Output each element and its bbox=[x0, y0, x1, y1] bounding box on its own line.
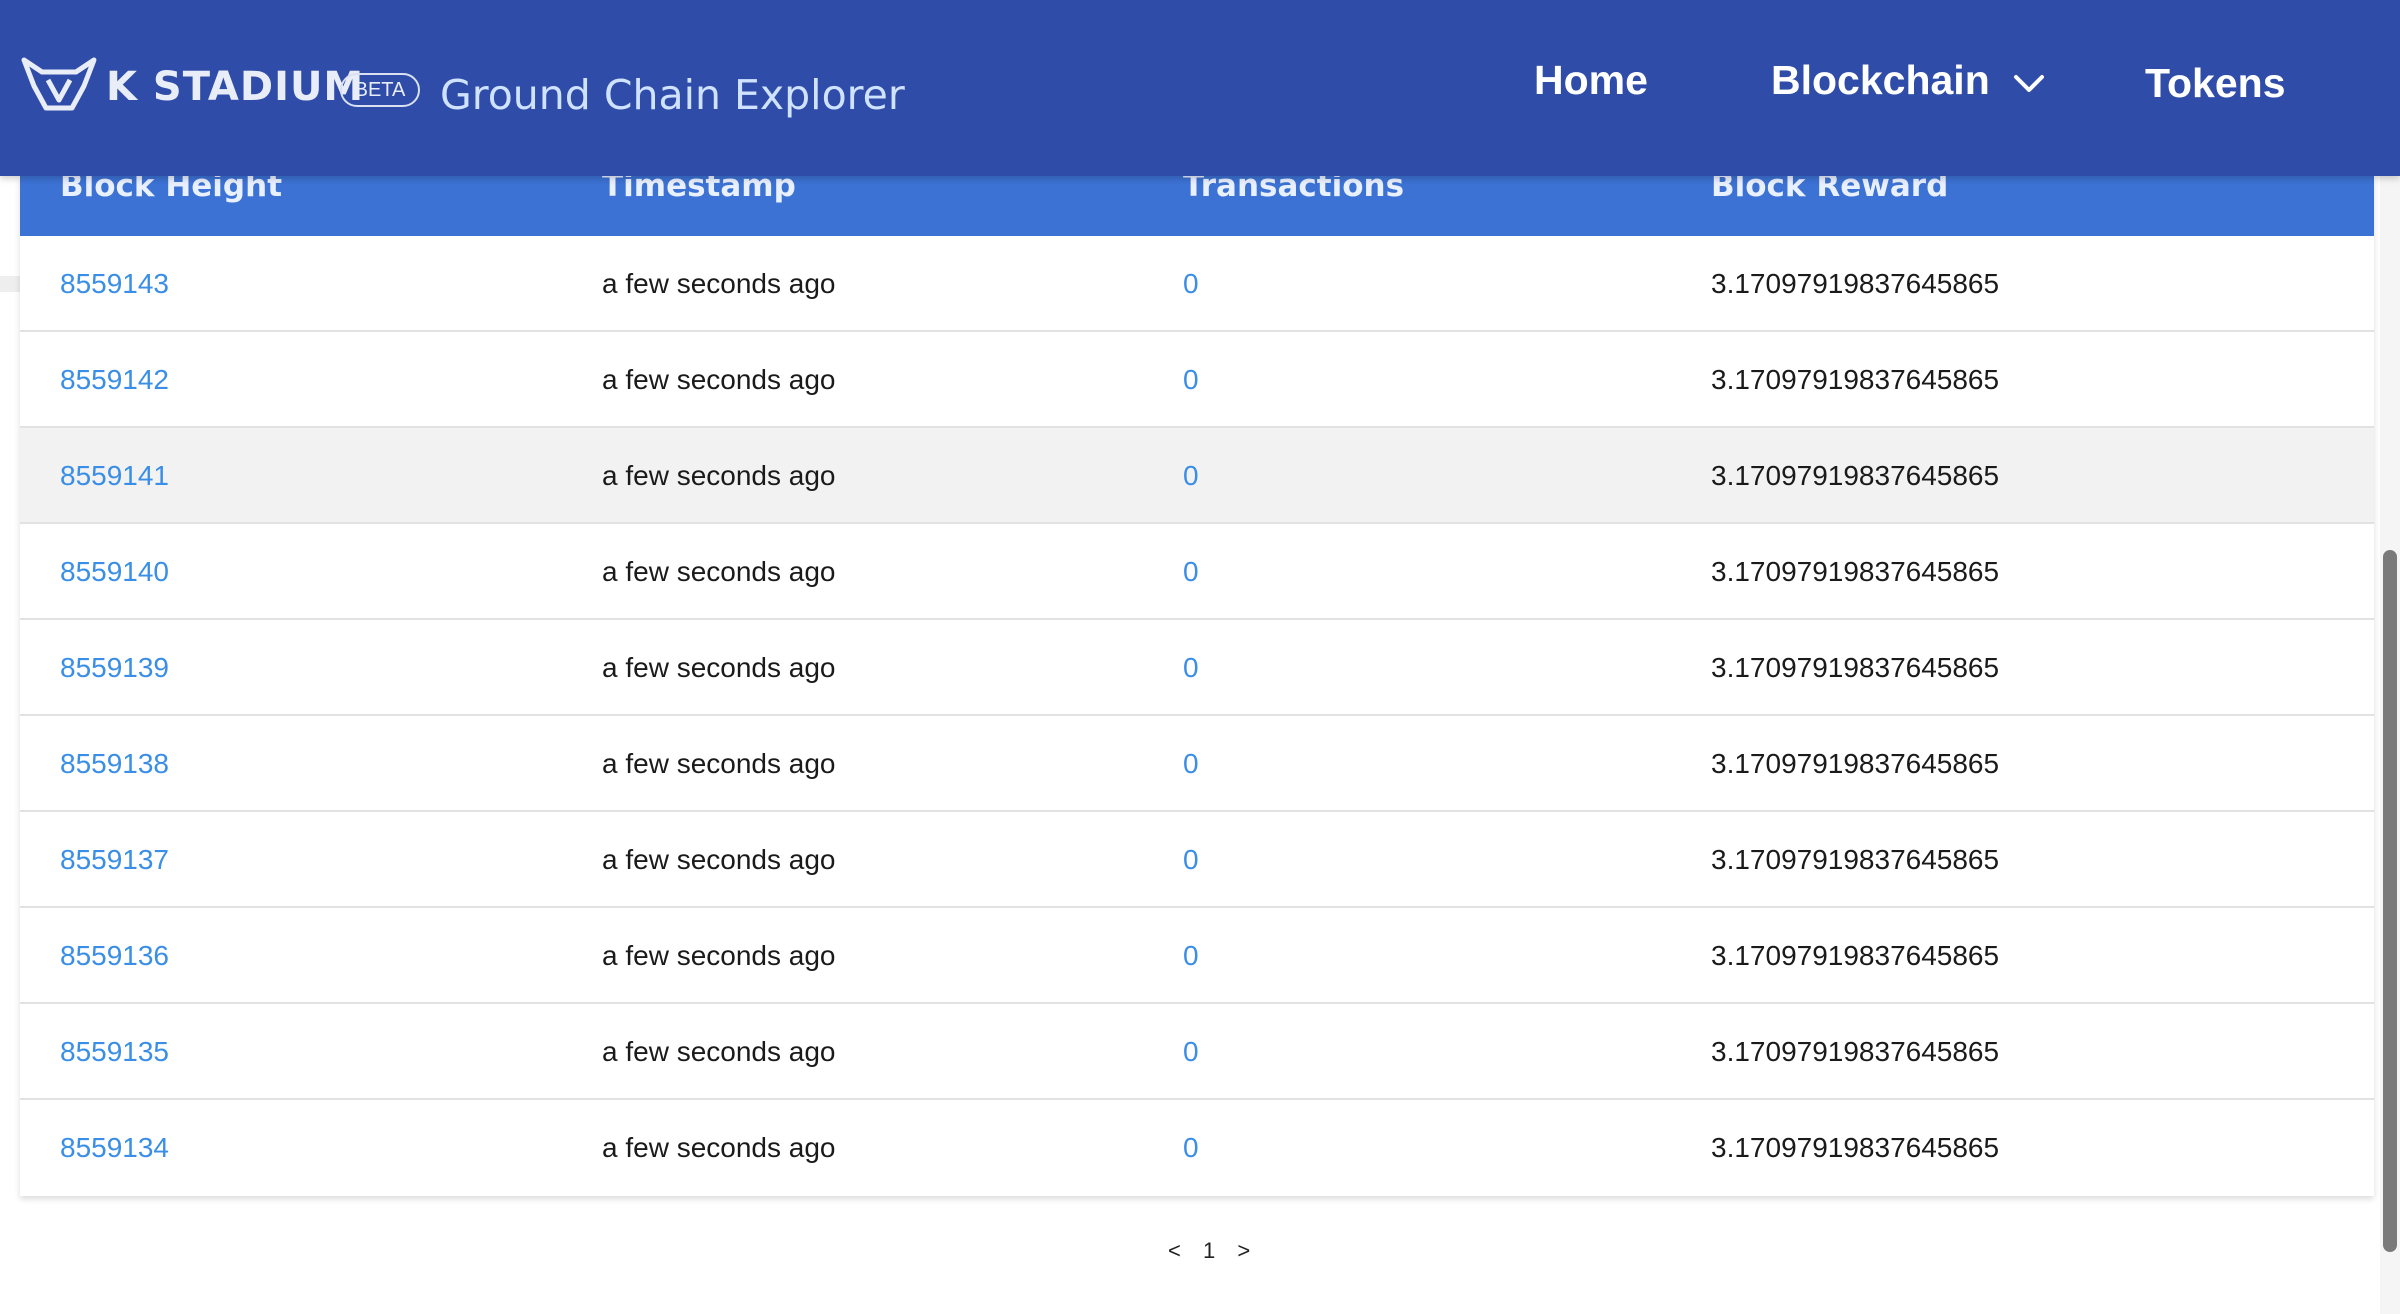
block-reward-cell: 3.17097919837645865 bbox=[1711, 748, 2000, 779]
block-reward-cell: 3.17097919837645865 bbox=[1711, 940, 2000, 971]
transactions-link[interactable]: 0 bbox=[1183, 428, 1199, 524]
block-reward-cell: 3.17097919837645865 bbox=[1711, 556, 2000, 587]
table-row[interactable]: 8559143 a few seconds ago 0 3.1709791983… bbox=[20, 236, 2374, 332]
table-row[interactable]: 8559141 a few seconds ago 0 3.1709791983… bbox=[20, 428, 2374, 524]
table-row[interactable]: 8559134 a few seconds ago 0 3.1709791983… bbox=[20, 1100, 2374, 1196]
chevron-down-icon[interactable] bbox=[2012, 68, 2046, 98]
column-header-transactions[interactable]: Transactions bbox=[1183, 176, 1404, 234]
app-title[interactable]: Ground Chain Explorer bbox=[440, 70, 905, 120]
transactions-link[interactable]: 0 bbox=[1183, 332, 1199, 428]
table-header: Block Height Timestamp Transactions Bloc… bbox=[20, 176, 2374, 236]
transactions-link[interactable]: 0 bbox=[1183, 1004, 1199, 1100]
block-height-link[interactable]: 8559140 bbox=[60, 524, 169, 620]
nav-tokens[interactable]: Tokens bbox=[2145, 58, 2286, 108]
transactions-link[interactable]: 0 bbox=[1183, 620, 1199, 716]
kstadium-logo-icon[interactable] bbox=[20, 56, 98, 112]
pagination-prev-button[interactable]: < bbox=[1160, 1234, 1189, 1268]
block-height-link[interactable]: 8559143 bbox=[60, 236, 169, 332]
timestamp-cell: a few seconds ago bbox=[602, 268, 836, 299]
column-header-block-height[interactable]: Block Height bbox=[60, 176, 282, 234]
pagination-next-button[interactable]: > bbox=[1229, 1234, 1258, 1268]
transactions-link[interactable]: 0 bbox=[1183, 716, 1199, 812]
timestamp-cell: a few seconds ago bbox=[602, 460, 836, 491]
transactions-link[interactable]: 0 bbox=[1183, 236, 1199, 332]
pagination-page-1[interactable]: 1 bbox=[1195, 1234, 1223, 1268]
block-reward-cell: 3.17097919837645865 bbox=[1711, 652, 2000, 683]
block-reward-cell: 3.17097919837645865 bbox=[1711, 460, 2000, 491]
table-row[interactable]: 8559139 a few seconds ago 0 3.1709791983… bbox=[20, 620, 2374, 716]
table-row[interactable]: 8559135 a few seconds ago 0 3.1709791983… bbox=[20, 1004, 2374, 1100]
block-height-link[interactable]: 8559137 bbox=[60, 812, 169, 908]
block-height-link[interactable]: 8559134 bbox=[60, 1100, 169, 1196]
table-row[interactable]: 8559138 a few seconds ago 0 3.1709791983… bbox=[20, 716, 2374, 812]
table-row[interactable]: 8559142 a few seconds ago 0 3.1709791983… bbox=[20, 332, 2374, 428]
timestamp-cell: a few seconds ago bbox=[602, 364, 836, 395]
timestamp-cell: a few seconds ago bbox=[602, 748, 836, 779]
table-row[interactable]: 8559140 a few seconds ago 0 3.1709791983… bbox=[20, 524, 2374, 620]
blocks-table: Block Height Timestamp Transactions Bloc… bbox=[20, 176, 2374, 1196]
table-row[interactable]: 8559136 a few seconds ago 0 3.1709791983… bbox=[20, 908, 2374, 1004]
block-reward-cell: 3.17097919837645865 bbox=[1711, 364, 2000, 395]
table-row[interactable]: 8559137 a few seconds ago 0 3.1709791983… bbox=[20, 812, 2374, 908]
block-height-link[interactable]: 8559135 bbox=[60, 1004, 169, 1100]
timestamp-cell: a few seconds ago bbox=[602, 652, 836, 683]
block-height-link[interactable]: 8559142 bbox=[60, 332, 169, 428]
pagination: < 1 > bbox=[1160, 1234, 1258, 1268]
nav-blockchain[interactable]: Blockchain bbox=[1771, 55, 1990, 105]
transactions-link[interactable]: 0 bbox=[1183, 812, 1199, 908]
beta-badge: BETA bbox=[340, 73, 420, 107]
transactions-link[interactable]: 0 bbox=[1183, 1100, 1199, 1196]
block-height-link[interactable]: 8559136 bbox=[60, 908, 169, 1004]
block-height-link[interactable]: 8559139 bbox=[60, 620, 169, 716]
top-navigation-bar: K STADIUM BETA Ground Chain Explorer Hom… bbox=[0, 0, 2400, 176]
left-edge-artifact bbox=[0, 276, 20, 292]
transactions-link[interactable]: 0 bbox=[1183, 524, 1199, 620]
block-reward-cell: 3.17097919837645865 bbox=[1711, 268, 2000, 299]
column-header-timestamp[interactable]: Timestamp bbox=[602, 176, 796, 234]
timestamp-cell: a few seconds ago bbox=[602, 940, 836, 971]
transactions-link[interactable]: 0 bbox=[1183, 908, 1199, 1004]
scrollbar-thumb[interactable] bbox=[2383, 550, 2397, 1252]
timestamp-cell: a few seconds ago bbox=[602, 556, 836, 587]
block-reward-cell: 3.17097919837645865 bbox=[1711, 1036, 2000, 1067]
block-height-link[interactable]: 8559138 bbox=[60, 716, 169, 812]
column-header-block-reward[interactable]: Block Reward bbox=[1711, 176, 1948, 234]
timestamp-cell: a few seconds ago bbox=[602, 1036, 836, 1067]
timestamp-cell: a few seconds ago bbox=[602, 844, 836, 875]
brand-name[interactable]: K STADIUM bbox=[106, 64, 364, 110]
block-reward-cell: 3.17097919837645865 bbox=[1711, 1132, 2000, 1163]
timestamp-cell: a few seconds ago bbox=[602, 1132, 836, 1163]
block-reward-cell: 3.17097919837645865 bbox=[1711, 844, 2000, 875]
block-height-link[interactable]: 8559141 bbox=[60, 428, 169, 524]
nav-home[interactable]: Home bbox=[1534, 55, 1648, 105]
